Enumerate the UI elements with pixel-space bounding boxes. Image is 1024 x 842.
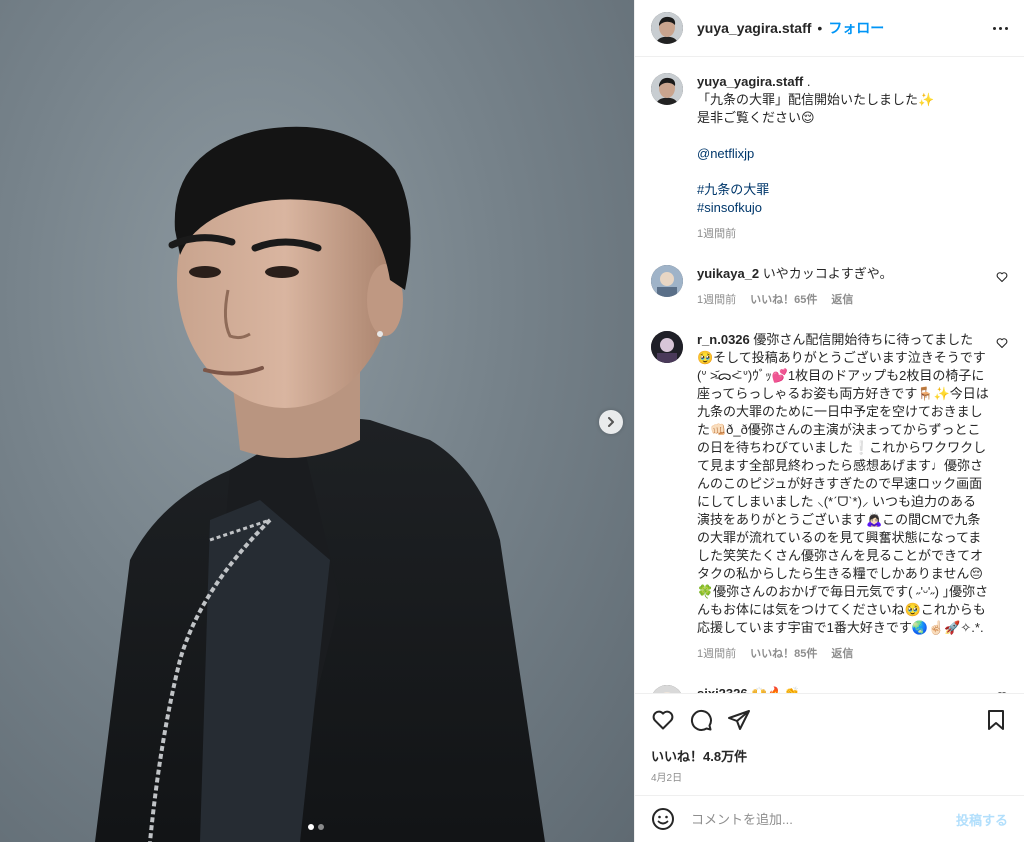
post-date: 4月2日: [651, 773, 683, 784]
avatar-image: [651, 265, 683, 297]
avatar-image: [651, 685, 683, 693]
save-bookmark-icon[interactable]: [984, 708, 1008, 732]
like-comment-heart-icon[interactable]: [996, 337, 1008, 349]
comment-time: 1週間前: [697, 294, 737, 306]
comment-input[interactable]: [691, 811, 956, 827]
header-separator: •: [817, 20, 823, 36]
comment-username[interactable]: r_n.0326: [697, 332, 750, 347]
add-comment-bar: 投稿する: [635, 795, 1024, 842]
hashtag-link[interactable]: #sinsofkujo: [697, 199, 989, 217]
mention-link[interactable]: @netflixjp: [697, 145, 989, 163]
like-heart-icon[interactable]: [651, 708, 675, 732]
caption: yuya_yagira.staff . 「九条の大罪」配信開始いたしました✨ 是…: [651, 73, 1008, 243]
comment-username[interactable]: yuikaya_2: [697, 266, 759, 281]
avatar[interactable]: [651, 265, 683, 297]
hashtag-link[interactable]: #九条の大罪: [697, 181, 989, 199]
comment-item: sixi2326 🙌🔥👏: [651, 685, 1008, 693]
avatar[interactable]: [651, 331, 683, 363]
share-paper-plane-icon[interactable]: [727, 708, 751, 732]
likes-count[interactable]: いいね！4.8万件: [651, 746, 1008, 765]
more-options-icon[interactable]: [993, 26, 1008, 30]
comment-text: 優弥さん配信開始待ちに待ってました🥹そして投稿ありがとうございます泣きそうです(…: [697, 332, 989, 635]
avatar-image: [651, 331, 683, 363]
emoji-icon[interactable]: [651, 807, 675, 831]
comment-likes[interactable]: いいね！65件: [750, 291, 817, 309]
carousel-dot: [318, 824, 324, 830]
caption-line: 是非ご覧ください😌: [697, 110, 815, 125]
caption-time: 1週間前: [697, 228, 737, 240]
comment-item: yuikaya_2 いやカッコよすぎや。 1週間前 いいね！65件 返信: [651, 265, 1008, 309]
avatar[interactable]: [651, 685, 683, 693]
next-photo-button[interactable]: [599, 410, 623, 434]
caption-suffix: .: [806, 74, 811, 89]
comment-username[interactable]: sixi2326: [697, 686, 748, 693]
avatar-image: [651, 12, 683, 44]
post-photo[interactable]: [0, 0, 634, 842]
follow-button[interactable]: フォロー: [828, 18, 884, 38]
carousel-dots: [308, 824, 324, 830]
carousel-dot-active: [308, 824, 314, 830]
comment-item: r_n.0326 優弥さん配信開始待ちに待ってました🥹そして投稿ありがとうござい…: [651, 331, 1008, 663]
reply-button[interactable]: 返信: [831, 291, 853, 309]
avatar-image: [651, 73, 683, 105]
comment-bubble-icon[interactable]: [689, 708, 713, 732]
portrait-image: [95, 126, 545, 842]
avatar[interactable]: [651, 12, 683, 44]
header-username[interactable]: yuya_yagira.staff: [697, 20, 811, 36]
comments-list[interactable]: yuya_yagira.staff . 「九条の大罪」配信開始いたしました✨ 是…: [635, 57, 1024, 693]
reply-button[interactable]: 返信: [831, 645, 853, 663]
post-header: yuya_yagira.staff • フォロー: [635, 0, 1024, 57]
avatar[interactable]: [651, 73, 683, 105]
chevron-right-icon: [608, 417, 614, 427]
caption-line: 「九条の大罪」配信開始いたしました✨: [697, 92, 935, 107]
caption-username[interactable]: yuya_yagira.staff: [697, 74, 803, 89]
post-actions: いいね！4.8万件 4月2日: [635, 693, 1024, 784]
comment-text: 🙌🔥👏: [751, 686, 800, 693]
post-comment-button[interactable]: 投稿する: [956, 810, 1008, 829]
like-comment-heart-icon[interactable]: [996, 271, 1008, 283]
comment-likes[interactable]: いいね！85件: [750, 645, 817, 663]
comment-text: いやカッコよすぎや。: [762, 266, 893, 281]
comment-time: 1週間前: [697, 648, 737, 660]
post-side-panel: yuya_yagira.staff • フォロー yuya_yagira.sta…: [634, 0, 1024, 842]
